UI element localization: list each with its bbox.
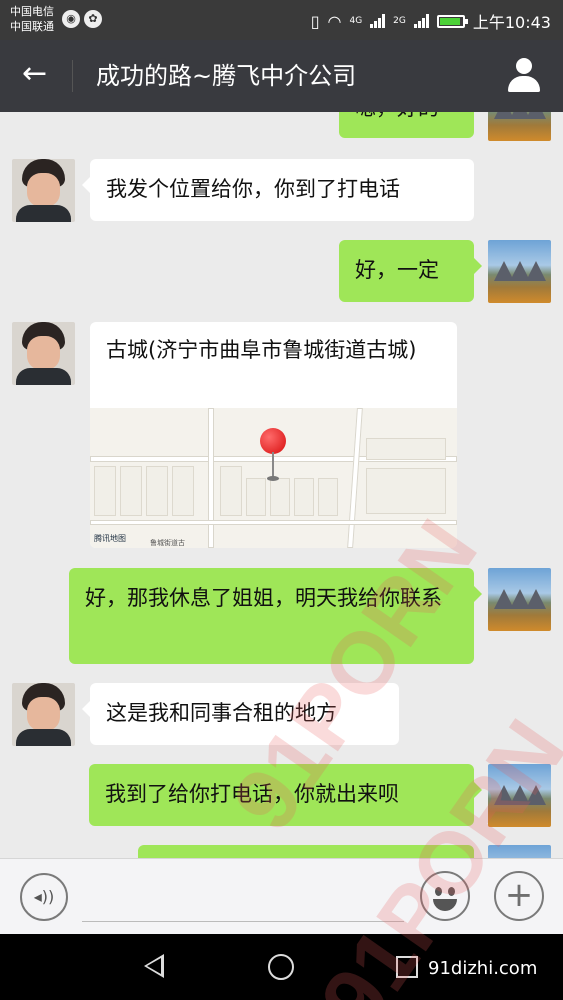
map-preview: 腾讯地图 鲁城街道古	[90, 408, 457, 548]
signal-2g-icon	[413, 14, 429, 28]
message-input[interactable]	[82, 921, 404, 922]
network-4g-label: 4G	[349, 16, 363, 26]
nav-back-icon[interactable]	[144, 954, 164, 978]
input-bar: ◂)) +	[0, 858, 563, 934]
nav-recents-icon[interactable]	[396, 956, 418, 978]
notification-icon: ◉	[62, 10, 80, 28]
message-bubble-outgoing[interactable]: 好，那我休息了姐姐，明天我给你联系	[69, 568, 482, 664]
person-icon[interactable]	[507, 58, 541, 92]
status-app-icons: ◉ ✿	[62, 10, 102, 28]
battery-icon	[436, 14, 468, 28]
message-bubble-outgoing[interactable]: 嗯，好的	[339, 112, 474, 138]
message-bubble-outgoing[interactable]: 我到了给你打电话，你就出来呗	[89, 764, 482, 826]
arrow-left-icon[interactable]: ←	[22, 56, 47, 92]
my-avatar[interactable]	[488, 240, 551, 303]
header-divider	[72, 60, 73, 92]
contact-avatar[interactable]	[12, 683, 75, 746]
map-street-label: 鲁城街道古	[150, 539, 185, 547]
chat-header: ← 成功的路~腾飞中介公司	[0, 40, 563, 112]
voice-icon[interactable]: ◂))	[20, 873, 68, 921]
map-pin-icon	[260, 428, 286, 484]
my-avatar[interactable]	[488, 764, 551, 827]
vibrate-icon: ▯	[310, 11, 320, 31]
network-2g-label: 2G	[393, 16, 406, 26]
app-notification-icon: ✿	[84, 10, 102, 28]
carrier-1: 中国电信	[10, 5, 54, 18]
plus-icon[interactable]: +	[494, 871, 544, 921]
carrier-2: 中国联通	[10, 20, 54, 33]
location-title: 古城(济宁市曲阜市鲁城街道古城)	[106, 338, 417, 362]
my-avatar[interactable]	[488, 568, 551, 631]
status-right: ▯ ◠ 4G 2G 上午10:43	[311, 9, 551, 33]
system-nav-bar: 91dizhi.com	[0, 934, 563, 1000]
status-time: 上午10:43	[472, 13, 551, 32]
chat-history[interactable]: 嗯，好的 我发个位置给你，你到了打电话 好，一定 古城(济宁市曲阜市鲁城街道古城…	[0, 112, 563, 858]
watermark-site: 91dizhi.com	[428, 958, 538, 979]
message-bubble-incoming[interactable]: 这是我和同事合租的地方	[82, 683, 399, 745]
contact-avatar[interactable]	[12, 159, 75, 222]
nav-home-icon[interactable]	[268, 954, 294, 980]
status-bar: 中国电信 中国联通 ◉ ✿ ▯ ◠ 4G 2G 上午10:43	[0, 0, 563, 40]
message-bubble-outgoing-partial[interactable]	[138, 845, 474, 858]
message-bubble-outgoing[interactable]: 好，一定	[339, 240, 482, 302]
carrier-info: 中国电信 中国联通	[10, 4, 54, 34]
my-avatar[interactable]	[488, 845, 551, 858]
my-avatar[interactable]	[488, 112, 551, 141]
chat-title: 成功的路~腾飞中介公司	[96, 62, 357, 90]
wifi-icon: ◠	[327, 11, 342, 31]
signal-4g-icon	[370, 14, 386, 28]
map-brand-logo: 腾讯地图	[94, 534, 126, 543]
contact-avatar[interactable]	[12, 322, 75, 385]
message-bubble-incoming[interactable]: 我发个位置给你，你到了打电话	[82, 159, 474, 221]
location-message-card[interactable]: 古城(济宁市曲阜市鲁城街道古城) 腾讯地图 鲁城街道古	[90, 322, 457, 548]
emoji-icon[interactable]	[420, 871, 470, 921]
